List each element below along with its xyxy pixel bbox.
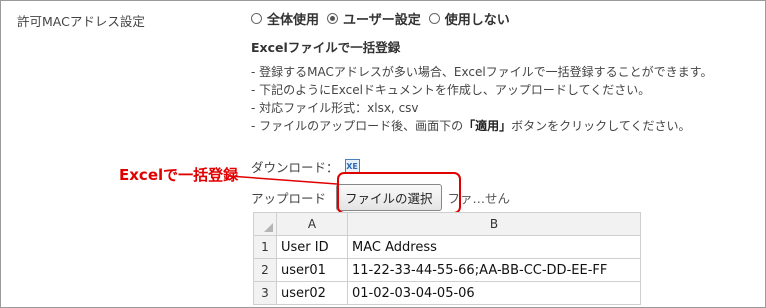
note-line: - ファイルのアップロード後、画面下の「適用」ボタンをクリックしてください。 bbox=[251, 117, 712, 135]
mode-radio-group: 全体使用 ユーザー設定 使用しない bbox=[251, 9, 518, 28]
row-number: 2 bbox=[253, 258, 277, 282]
bulk-notes: - 登録するMACアドレスが多い場合、Excelファイルで一括登録することができ… bbox=[251, 63, 712, 135]
column-header: B bbox=[347, 212, 641, 236]
table-row: 1 User ID MAC Address bbox=[253, 235, 641, 259]
cell: 11-22-33-44-55-66;AA-BB-CC-DD-EE-FF bbox=[347, 258, 641, 282]
callout-line bbox=[229, 175, 338, 185]
radio-not-use[interactable]: 使用しない bbox=[428, 9, 510, 28]
radio-user-setting[interactable]: ユーザー設定 bbox=[327, 9, 421, 28]
radio-icon[interactable] bbox=[428, 13, 440, 24]
radio-label: ユーザー設定 bbox=[343, 13, 421, 28]
note-text: ボタンをクリックしてください。 bbox=[511, 119, 691, 133]
radio-label: 使用しない bbox=[444, 13, 510, 28]
radio-icon[interactable] bbox=[251, 13, 262, 24]
highlight-box bbox=[337, 172, 461, 214]
row-number: 3 bbox=[253, 281, 277, 305]
note-text: - ファイルのアップロード後、画面下の bbox=[251, 119, 464, 133]
cell: user01 bbox=[276, 258, 348, 282]
upload-label: アップロード bbox=[251, 191, 327, 206]
row-number: 1 bbox=[253, 235, 277, 259]
radio-all-use[interactable]: 全体使用 bbox=[251, 9, 319, 28]
cell: MAC Address bbox=[347, 235, 641, 259]
setting-label: 許可MACアドレス設定 bbox=[17, 14, 145, 29]
cell: 01-02-03-04-05-06 bbox=[347, 281, 641, 305]
note-line: - 下記のようにExcelドキュメントを作成し、アップロードしてください。 bbox=[251, 83, 651, 97]
note-line: - 対応ファイル形式：xlsx, csv bbox=[251, 101, 419, 115]
column-header: A bbox=[276, 212, 348, 236]
radio-label: 全体使用 bbox=[267, 13, 320, 28]
apply-emphasis: 「適用」 bbox=[463, 119, 512, 133]
settings-panel: 許可MACアドレス設定 全体使用 ユーザー設定 使用しない Excelファイルで… bbox=[0, 0, 766, 308]
callout-text: Excelで一括登録 bbox=[119, 166, 239, 184]
note-line: - 登録するMACアドレスが多い場合、Excelファイルで一括登録することができ… bbox=[251, 65, 713, 79]
header-row: A B bbox=[253, 212, 641, 236]
cell: user02 bbox=[276, 281, 348, 305]
cell: User ID bbox=[276, 235, 348, 259]
table-row: 2 user01 11-22-33-44-55-66;AA-BB-CC-DD-E… bbox=[253, 258, 641, 282]
radio-checked-icon[interactable] bbox=[327, 13, 339, 24]
bulk-title: Excelファイルで一括登録 bbox=[251, 40, 401, 55]
table-row: 3 user02 01-02-03-04-05-06 bbox=[253, 281, 641, 305]
select-all-corner bbox=[253, 212, 277, 236]
excel-sample-table: A B 1 User ID MAC Address 2 user01 11-22… bbox=[253, 212, 641, 305]
